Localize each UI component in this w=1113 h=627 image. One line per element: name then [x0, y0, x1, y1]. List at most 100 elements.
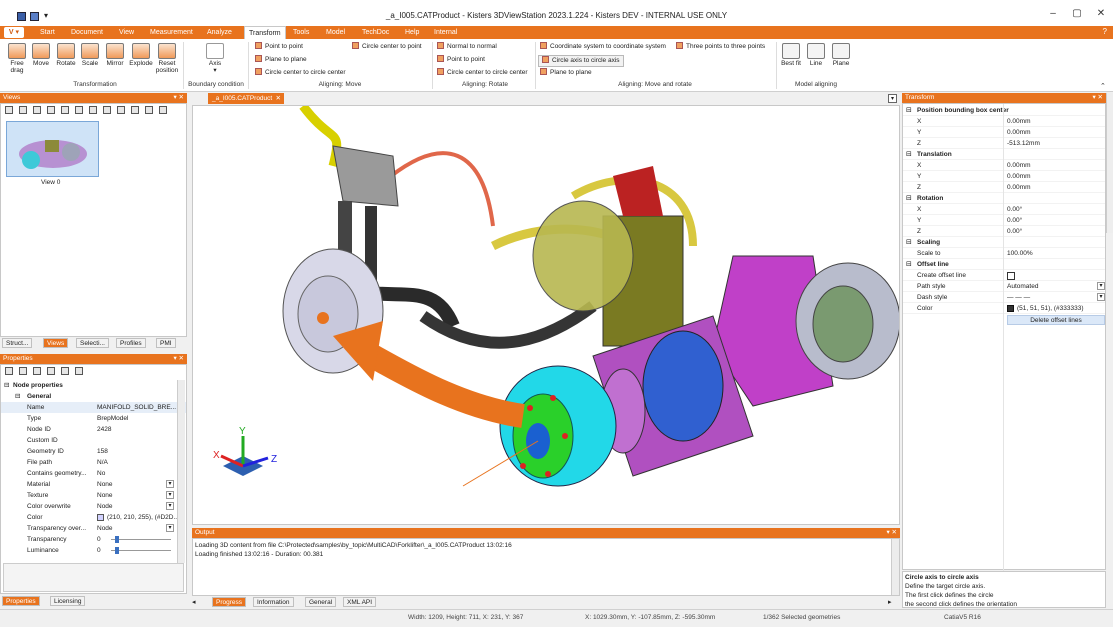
- slider-handle[interactable]: [115, 536, 119, 543]
- section-header[interactable]: ⊟ Scaling: [903, 237, 1105, 248]
- slider-handle[interactable]: [115, 547, 119, 554]
- tab-document[interactable]: Document: [67, 26, 107, 39]
- tab-internal[interactable]: Internal: [430, 26, 461, 39]
- transform-panel-close-icon[interactable]: ▾ ✕: [1092, 93, 1103, 103]
- chevron-down-icon[interactable]: ▾: [166, 491, 174, 499]
- transparency-slider[interactable]: [111, 539, 171, 540]
- tab-licensing[interactable]: Licensing: [50, 596, 86, 606]
- minimize-icon[interactable]: –: [1042, 8, 1064, 22]
- position-z-field[interactable]: -513.12mm: [1007, 138, 1040, 149]
- properties-panel-close-icon[interactable]: ▾ ✕: [173, 354, 184, 364]
- forklift-axle-model[interactable]: X Y Z: [193, 106, 900, 525]
- property-filter-icon[interactable]: [75, 367, 83, 375]
- expand-all-icon[interactable]: [5, 367, 13, 375]
- output-scrollbar[interactable]: [891, 539, 899, 595]
- line-align-button[interactable]: Line: [805, 43, 827, 67]
- path-style-select[interactable]: Automated: [1007, 281, 1038, 292]
- translation-y-field[interactable]: 0.00mm: [1007, 171, 1030, 182]
- property-row[interactable]: Custom ID: [1, 435, 186, 446]
- property-row[interactable]: Texture None ▾: [1, 490, 186, 501]
- material-select[interactable]: None: [97, 479, 113, 490]
- tab-techdoc[interactable]: TechDoc: [358, 26, 393, 39]
- property-row[interactable]: Luminance 0: [1, 545, 186, 556]
- move-point-to-point[interactable]: Point to point: [255, 42, 303, 52]
- tab-xml-api[interactable]: XML API: [343, 597, 377, 607]
- property-row[interactable]: Material None ▾: [1, 479, 186, 490]
- general-group[interactable]: ⊟ General: [1, 391, 186, 402]
- tab-measurement[interactable]: Measurement: [146, 26, 197, 39]
- chevron-down-icon[interactable]: ▾: [1097, 293, 1105, 301]
- view-tool-icon[interactable]: [19, 106, 27, 114]
- section-header[interactable]: ⊟ Offset line: [903, 259, 1105, 270]
- output-panel-close-icon[interactable]: ▾ ✕: [886, 528, 897, 538]
- tab-information[interactable]: Information: [253, 597, 294, 607]
- coordinate-system-to-coordinate-system[interactable]: Coordinate system to coordinate system: [540, 42, 666, 52]
- collapse-icon[interactable]: ⊟: [906, 105, 912, 116]
- app-menu-button[interactable]: V ▾: [4, 27, 24, 38]
- collapse-icon[interactable]: ⊟: [906, 237, 912, 248]
- color-overwrite-select[interactable]: Node: [97, 501, 113, 512]
- help-icon[interactable]: ?: [1103, 27, 1107, 36]
- view-tool-icon[interactable]: [89, 106, 97, 114]
- view-thumbnail[interactable]: [6, 121, 99, 177]
- move-button[interactable]: Move: [30, 43, 52, 67]
- view-tool-icon[interactable]: [61, 106, 69, 114]
- document-tab[interactable]: _a_I005.CATProduct ✕: [208, 93, 284, 104]
- delete-offset-lines-button[interactable]: Delete offset lines: [1007, 315, 1105, 325]
- property-row[interactable]: Transparency over... Node ▾: [1, 523, 186, 534]
- tab-model[interactable]: Model: [322, 26, 349, 39]
- move-plane-to-plane[interactable]: Plane to plane: [255, 55, 307, 65]
- mirror-button[interactable]: Mirror: [103, 43, 127, 67]
- ribbon-collapse-icon[interactable]: ⌃: [1100, 82, 1106, 90]
- offset-color-swatch[interactable]: [1007, 305, 1014, 312]
- property-filter-icon[interactable]: [61, 367, 69, 375]
- tab-selection[interactable]: Selecti...: [76, 338, 109, 348]
- collapse-all-icon[interactable]: [19, 367, 27, 375]
- view-tool-icon[interactable]: [47, 106, 55, 114]
- node-properties-section[interactable]: ⊟ Node properties: [1, 380, 186, 391]
- document-list-dropdown-icon[interactable]: ▾: [888, 94, 897, 103]
- views-panel-close-icon[interactable]: ▾ ✕: [173, 93, 184, 103]
- tabs-scroll-right-icon[interactable]: ▸: [888, 598, 892, 606]
- plane-align-button[interactable]: Plane: [830, 43, 852, 67]
- rotation-y-field[interactable]: 0.00°: [1007, 215, 1022, 226]
- chevron-down-icon[interactable]: ▾: [166, 524, 174, 532]
- tab-start[interactable]: Start: [36, 26, 59, 39]
- transparency-override-select[interactable]: Node: [97, 523, 113, 534]
- move-circle-center-to-circle-center[interactable]: Circle center to circle center: [255, 68, 346, 78]
- rotation-x-field[interactable]: 0.00°: [1007, 204, 1022, 215]
- tabs-scroll-left-icon[interactable]: ◂: [192, 598, 196, 606]
- rotate-normal-to-normal[interactable]: Normal to normal: [437, 42, 497, 52]
- rotation-z-field[interactable]: 0.00°: [1007, 226, 1022, 237]
- maximize-icon[interactable]: ▢: [1066, 8, 1088, 22]
- section-header[interactable]: ⊟ Translation: [903, 149, 1105, 160]
- section-header[interactable]: ⊟ Rotation: [903, 193, 1105, 204]
- chevron-down-icon[interactable]: ▾: [166, 502, 174, 510]
- collapse-icon[interactable]: ⊟: [906, 149, 912, 160]
- properties-scrollbar[interactable]: [177, 380, 185, 563]
- luminance-slider[interactable]: [111, 550, 171, 551]
- view-tool-icon[interactable]: [131, 106, 139, 114]
- create-offset-line-checkbox[interactable]: [1007, 272, 1015, 280]
- rotate-button[interactable]: Rotate: [54, 43, 78, 67]
- axis-button[interactable]: Axis ▾: [203, 43, 227, 74]
- 3d-viewport[interactable]: X Y Z: [192, 105, 900, 525]
- tab-properties[interactable]: Properties: [2, 596, 40, 606]
- close-icon[interactable]: ✕: [1090, 8, 1112, 22]
- tab-views[interactable]: Views: [43, 338, 69, 348]
- tab-progress[interactable]: Progress: [212, 597, 247, 607]
- tab-pmi[interactable]: PMI: [156, 338, 176, 348]
- three-points-to-three-points[interactable]: Three points to three points: [676, 42, 765, 52]
- reset-position-button[interactable]: Reset position: [154, 43, 180, 74]
- translation-z-field[interactable]: 0.00mm: [1007, 182, 1030, 193]
- tab-help[interactable]: Help: [401, 26, 423, 39]
- chevron-down-icon[interactable]: ▾: [166, 480, 174, 488]
- collapse-icon[interactable]: ⊟: [906, 259, 912, 270]
- circle-axis-to-circle-axis[interactable]: Circle axis to circle axis: [538, 55, 624, 67]
- view-tool-icon[interactable]: [145, 106, 153, 114]
- rotate-circle-center[interactable]: Circle center to circle center: [437, 68, 528, 78]
- property-filter-icon[interactable]: [33, 367, 41, 375]
- section-header[interactable]: ⊟ Position bounding box center: [903, 105, 1105, 116]
- move-circle-center-to-point[interactable]: Circle center to point: [352, 42, 422, 52]
- position-y-field[interactable]: 0.00mm: [1007, 127, 1030, 138]
